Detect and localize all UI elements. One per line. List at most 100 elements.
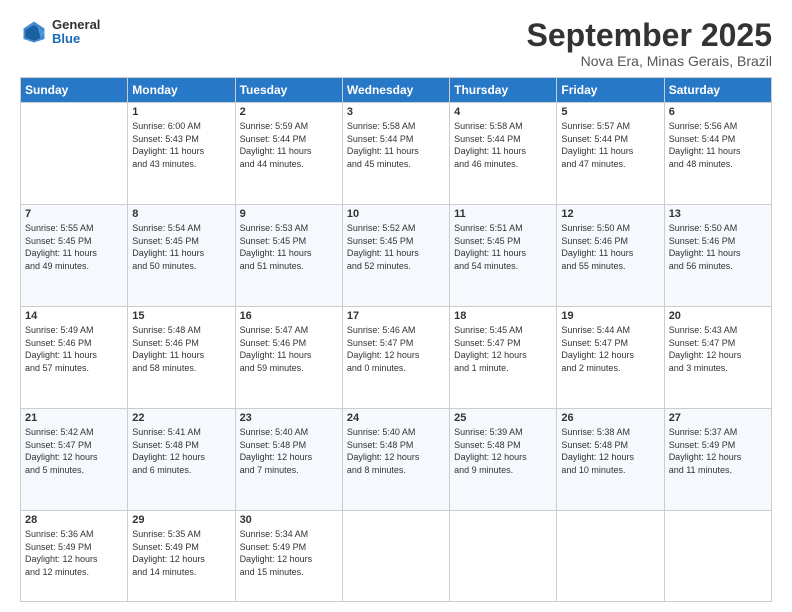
day-info: Sunrise: 5:47 AM Sunset: 5:46 PM Dayligh… (240, 324, 338, 374)
calendar-cell: 25 Sunrise: 5:39 AM Sunset: 5:48 PM Dayli… (450, 409, 557, 511)
calendar-cell: 13 Sunrise: 5:50 AM Sunset: 5:46 PM Dayli… (664, 205, 771, 307)
calendar-cell: 4Sunrise: 5:58 AM Sunset: 5:44 PM Daylig… (450, 103, 557, 205)
day-number: 27 (669, 412, 767, 424)
calendar-cell: 24Sunrise: 5:40 AM Sunset: 5:48 PM Dayli… (342, 409, 449, 511)
day-info: Sunrise: 5:46 AM Sunset: 5:47 PM Dayligh… (347, 324, 445, 374)
calendar-cell: 23Sunrise: 5:40 AM Sunset: 5:48 PM Dayli… (235, 409, 342, 511)
calendar-cell: 30 Sunrise: 5:34 AM Sunset: 5:49 PM Dayli… (235, 511, 342, 602)
weekday-monday: Monday (128, 78, 235, 103)
weekday-wednesday: Wednesday (342, 78, 449, 103)
day-number: 9 (240, 208, 338, 220)
calendar-cell: 18Sunrise: 5:45 AM Sunset: 5:47 PM Dayli… (450, 307, 557, 409)
day-number: 6 (669, 106, 767, 118)
day-number: 13 (669, 208, 767, 220)
day-info: Sunrise: 5:38 AM Sunset: 5:48 PM Dayligh… (561, 426, 659, 476)
calendar-cell (450, 511, 557, 602)
day-number: 16 (240, 310, 338, 322)
day-number: 25 (454, 412, 552, 424)
calendar-cell (342, 511, 449, 602)
day-info: Sunrise: 5:42 AM Sunset: 5:47 PM Dayligh… (25, 426, 123, 476)
month-title: September 2025 (527, 18, 772, 53)
calendar-cell: 7 Sunrise: 5:55 AM Sunset: 5:45 PM Daylig… (21, 205, 128, 307)
calendar-cell: 5Sunrise: 5:57 AM Sunset: 5:44 PM Daylig… (557, 103, 664, 205)
calendar-cell: 27 Sunrise: 5:37 AM Sunset: 5:49 PM Dayli… (664, 409, 771, 511)
day-info: Sunrise: 5:55 AM Sunset: 5:45 PM Dayligh… (25, 222, 123, 272)
calendar-cell: 29 Sunrise: 5:35 AM Sunset: 5:49 PM Dayli… (128, 511, 235, 602)
calendar-cell: 12Sunrise: 5:50 AM Sunset: 5:46 PM Dayli… (557, 205, 664, 307)
calendar-cell: 10 Sunrise: 5:52 AM Sunset: 5:45 PM Dayli… (342, 205, 449, 307)
day-number: 7 (25, 208, 123, 220)
day-info: Sunrise: 5:41 AM Sunset: 5:48 PM Dayligh… (132, 426, 230, 476)
day-info: Sunrise: 5:53 AM Sunset: 5:45 PM Dayligh… (240, 222, 338, 272)
day-info: Sunrise: 5:50 AM Sunset: 5:46 PM Dayligh… (669, 222, 767, 272)
day-number: 29 (132, 514, 230, 526)
logo-text: General Blue (52, 18, 100, 47)
day-info: Sunrise: 5:58 AM Sunset: 5:44 PM Dayligh… (347, 120, 445, 170)
logo-icon (20, 18, 48, 46)
week-row-1: 1 Sunrise: 6:00 AM Sunset: 5:43 PM Daylig… (21, 103, 772, 205)
calendar-cell: 2 Sunrise: 5:59 AM Sunset: 5:44 PM Daylig… (235, 103, 342, 205)
calendar-cell: 11Sunrise: 5:51 AM Sunset: 5:45 PM Dayli… (450, 205, 557, 307)
day-number: 21 (25, 412, 123, 424)
logo-general-text: General (52, 18, 100, 32)
calendar-cell: 6 Sunrise: 5:56 AM Sunset: 5:44 PM Daylig… (664, 103, 771, 205)
day-number: 30 (240, 514, 338, 526)
day-info: Sunrise: 5:34 AM Sunset: 5:49 PM Dayligh… (240, 528, 338, 578)
day-info: Sunrise: 5:45 AM Sunset: 5:47 PM Dayligh… (454, 324, 552, 374)
day-number: 8 (132, 208, 230, 220)
day-number: 22 (132, 412, 230, 424)
calendar-cell (21, 103, 128, 205)
day-number: 2 (240, 106, 338, 118)
weekday-saturday: Saturday (664, 78, 771, 103)
calendar-cell: 21 Sunrise: 5:42 AM Sunset: 5:47 PM Dayli… (21, 409, 128, 511)
day-info: Sunrise: 5:56 AM Sunset: 5:44 PM Dayligh… (669, 120, 767, 170)
day-info: Sunrise: 5:39 AM Sunset: 5:48 PM Dayligh… (454, 426, 552, 476)
day-info: Sunrise: 5:50 AM Sunset: 5:46 PM Dayligh… (561, 222, 659, 272)
calendar-cell (557, 511, 664, 602)
day-info: Sunrise: 6:00 AM Sunset: 5:43 PM Dayligh… (132, 120, 230, 170)
week-row-2: 7 Sunrise: 5:55 AM Sunset: 5:45 PM Daylig… (21, 205, 772, 307)
day-number: 4 (454, 106, 552, 118)
day-info: Sunrise: 5:48 AM Sunset: 5:46 PM Dayligh… (132, 324, 230, 374)
calendar-cell: 14Sunrise: 5:49 AM Sunset: 5:46 PM Dayli… (21, 307, 128, 409)
day-number: 24 (347, 412, 445, 424)
week-row-3: 14Sunrise: 5:49 AM Sunset: 5:46 PM Dayli… (21, 307, 772, 409)
calendar-cell: 1 Sunrise: 6:00 AM Sunset: 5:43 PM Daylig… (128, 103, 235, 205)
calendar-cell: 3 Sunrise: 5:58 AM Sunset: 5:44 PM Daylig… (342, 103, 449, 205)
calendar-cell: 9 Sunrise: 5:53 AM Sunset: 5:45 PM Daylig… (235, 205, 342, 307)
calendar-cell: 20Sunrise: 5:43 AM Sunset: 5:47 PM Dayli… (664, 307, 771, 409)
calendar-cell: 17 Sunrise: 5:46 AM Sunset: 5:47 PM Dayli… (342, 307, 449, 409)
header: General Blue September 2025 Nova Era, Mi… (20, 18, 772, 69)
day-number: 15 (132, 310, 230, 322)
calendar-cell: 8Sunrise: 5:54 AM Sunset: 5:45 PM Daylig… (128, 205, 235, 307)
day-number: 14 (25, 310, 123, 322)
title-block: September 2025 Nova Era, Minas Gerais, B… (527, 18, 772, 69)
week-row-5: 28Sunrise: 5:36 AM Sunset: 5:49 PM Dayli… (21, 511, 772, 602)
calendar-cell: 15 Sunrise: 5:48 AM Sunset: 5:46 PM Dayli… (128, 307, 235, 409)
day-info: Sunrise: 5:59 AM Sunset: 5:44 PM Dayligh… (240, 120, 338, 170)
day-number: 1 (132, 106, 230, 118)
day-number: 3 (347, 106, 445, 118)
day-info: Sunrise: 5:51 AM Sunset: 5:45 PM Dayligh… (454, 222, 552, 272)
day-info: Sunrise: 5:36 AM Sunset: 5:49 PM Dayligh… (25, 528, 123, 578)
calendar-cell: 19Sunrise: 5:44 AM Sunset: 5:47 PM Dayli… (557, 307, 664, 409)
day-info: Sunrise: 5:37 AM Sunset: 5:49 PM Dayligh… (669, 426, 767, 476)
calendar-cell: 26 Sunrise: 5:38 AM Sunset: 5:48 PM Dayli… (557, 409, 664, 511)
weekday-tuesday: Tuesday (235, 78, 342, 103)
week-row-4: 21 Sunrise: 5:42 AM Sunset: 5:47 PM Dayli… (21, 409, 772, 511)
calendar-cell: 22 Sunrise: 5:41 AM Sunset: 5:48 PM Dayli… (128, 409, 235, 511)
calendar-cell (664, 511, 771, 602)
weekday-thursday: Thursday (450, 78, 557, 103)
day-info: Sunrise: 5:52 AM Sunset: 5:45 PM Dayligh… (347, 222, 445, 272)
day-info: Sunrise: 5:40 AM Sunset: 5:48 PM Dayligh… (240, 426, 338, 476)
day-number: 10 (347, 208, 445, 220)
day-info: Sunrise: 5:35 AM Sunset: 5:49 PM Dayligh… (132, 528, 230, 578)
location: Nova Era, Minas Gerais, Brazil (527, 53, 772, 69)
day-number: 26 (561, 412, 659, 424)
calendar-cell: 16 Sunrise: 5:47 AM Sunset: 5:46 PM Dayli… (235, 307, 342, 409)
day-number: 17 (347, 310, 445, 322)
weekday-friday: Friday (557, 78, 664, 103)
page: General Blue September 2025 Nova Era, Mi… (0, 0, 792, 612)
day-number: 19 (561, 310, 659, 322)
day-number: 20 (669, 310, 767, 322)
